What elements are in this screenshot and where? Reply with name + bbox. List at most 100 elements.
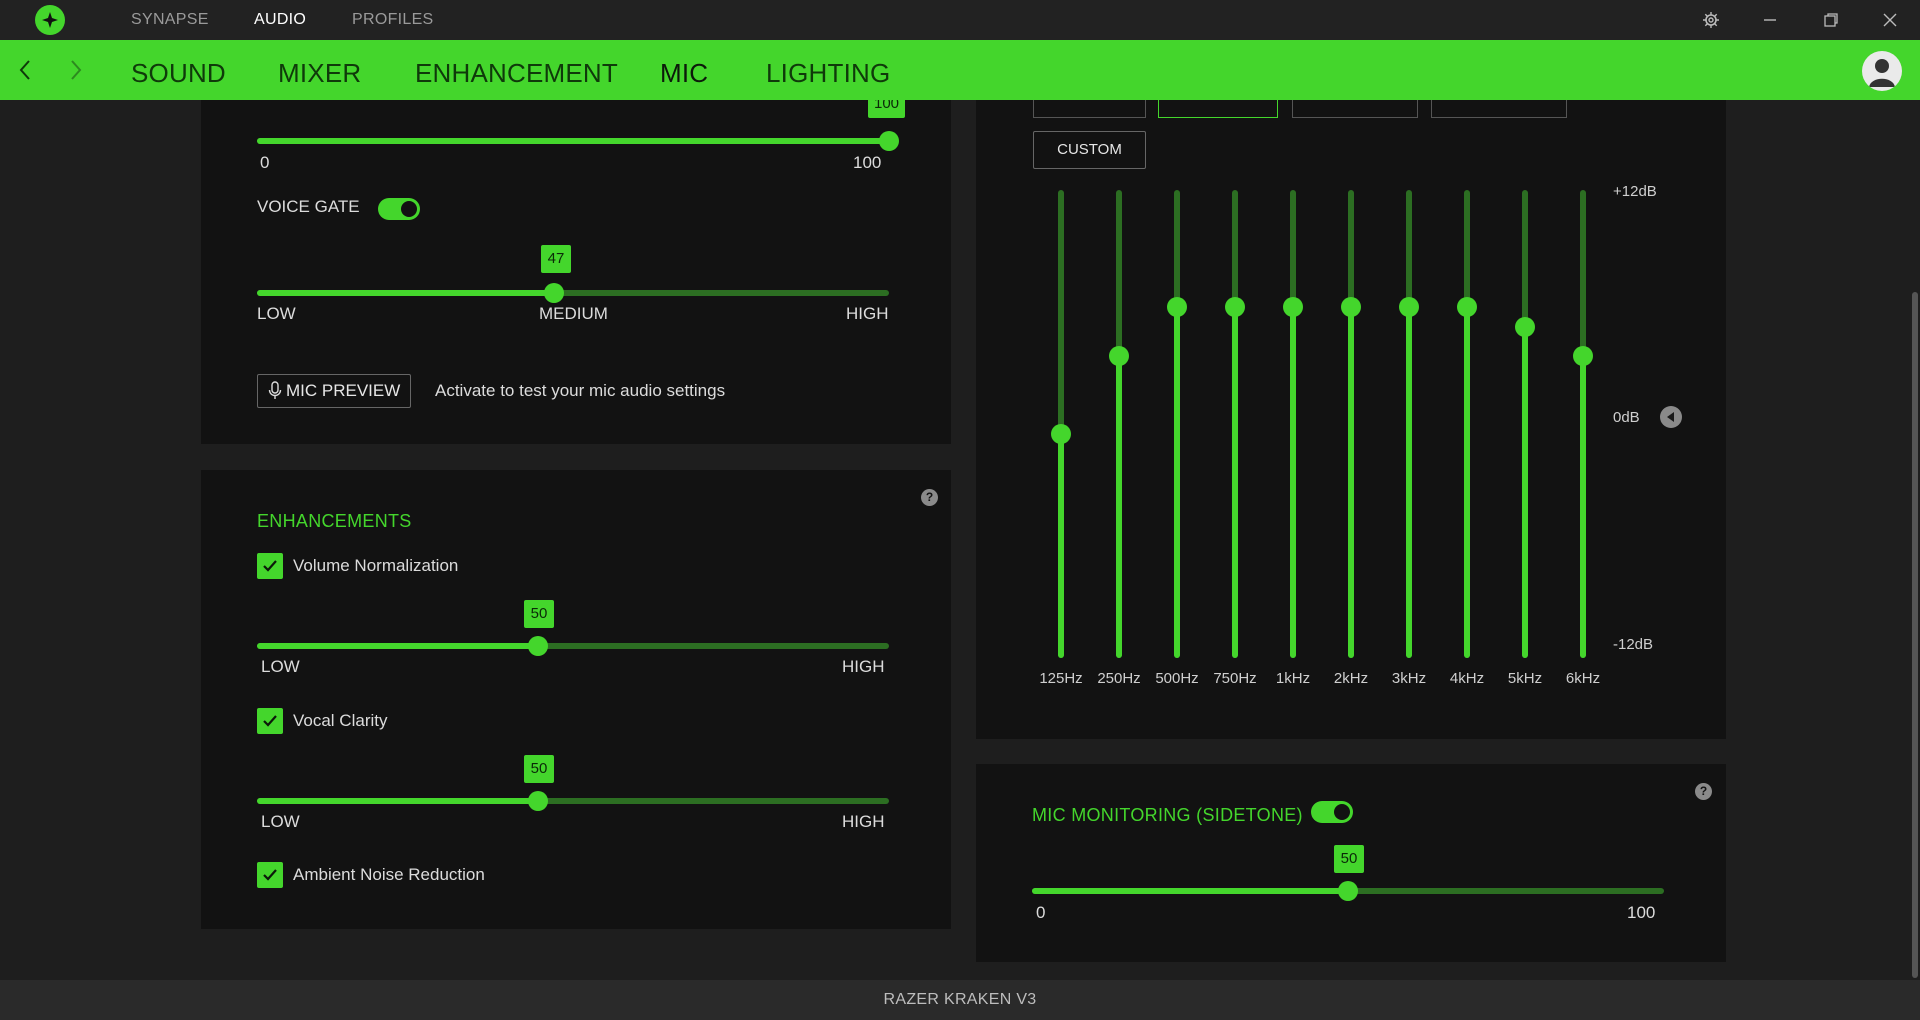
eq-preset-button-2[interactable] [1158, 100, 1278, 118]
volume-normalization-label: Volume Normalization [293, 556, 459, 575]
eq-preset-button-1[interactable] [1033, 100, 1146, 118]
eq-band-thumb[interactable] [1515, 316, 1535, 337]
tab-mixer[interactable]: MIXER [278, 40, 361, 100]
volume-normalization-high-label: HIGH [842, 657, 885, 676]
mic-monitoring-thumb[interactable] [1338, 881, 1358, 901]
vocal-clarity-fill [257, 798, 539, 804]
mic-volume-fill [257, 138, 889, 144]
eq-band-thumb[interactable] [1457, 297, 1477, 317]
back-arrow-icon[interactable] [14, 58, 38, 82]
vocal-clarity-thumb[interactable] [528, 791, 549, 811]
eq-band-slider[interactable] [1174, 190, 1180, 658]
vocal-clarity-low-label: LOW [261, 812, 300, 831]
mic-volume-max-label: 100 [853, 153, 882, 172]
mic-monitoring-slider[interactable] [1032, 881, 1664, 901]
main-content: 100 0 100 VOICE GATE 47 LOW MEDIUM HIGH … [0, 100, 1920, 980]
restore-icon[interactable] [1819, 8, 1843, 32]
eq-reset-icon[interactable] [1660, 406, 1682, 428]
eq-band-slider[interactable] [1116, 190, 1122, 658]
nav-synapse[interactable]: SYNAPSE [131, 0, 209, 40]
volume-normalization-low-label: LOW [261, 657, 300, 676]
mic-monitoring-toggle-knob [1334, 804, 1350, 820]
tab-bar: SOUND MIXER ENHANCEMENT MIC LIGHTING [0, 40, 1920, 100]
eq-band-fill [1116, 355, 1122, 658]
mic-volume-thumb[interactable] [879, 131, 899, 151]
mic-monitoring-help-icon[interactable]: ? [1695, 783, 1712, 800]
eq-band-thumb[interactable] [1283, 297, 1303, 317]
tab-lighting[interactable]: LIGHTING [766, 40, 890, 100]
razer-logo-icon[interactable] [35, 5, 65, 35]
eq-band-thumb[interactable] [1341, 297, 1361, 317]
eq-band-fill [1580, 355, 1586, 658]
eq-band-slider[interactable] [1348, 190, 1354, 658]
eq-band-fill [1232, 307, 1238, 658]
forward-arrow-icon[interactable] [63, 58, 87, 82]
mic-monitoring-toggle[interactable] [1311, 801, 1353, 823]
mic-volume-slider[interactable] [257, 131, 899, 151]
nav-profiles[interactable]: PROFILES [352, 0, 434, 40]
eq-band-slider[interactable] [1464, 190, 1470, 658]
eq-band-fill [1464, 307, 1470, 658]
checkmark-icon [263, 560, 277, 572]
voice-gate-label: VOICE GATE [257, 197, 360, 216]
tab-mic[interactable]: MIC [660, 40, 708, 100]
microphone-icon [268, 381, 282, 399]
minimize-icon[interactable] [1758, 8, 1782, 32]
eq-band-thumb[interactable] [1399, 297, 1419, 317]
mic-preview-hint: Activate to test your mic audio settings [435, 381, 726, 400]
vocal-clarity-value-badge: 50 [524, 755, 554, 783]
vocal-clarity-slider[interactable] [257, 791, 889, 811]
voice-gate-toggle[interactable] [378, 198, 420, 220]
eq-band-slider[interactable] [1522, 190, 1528, 658]
title-bar: SYNAPSE AUDIO PROFILES [0, 0, 1920, 40]
voice-gate-low-label: LOW [257, 304, 296, 323]
eq-band-slider[interactable] [1406, 190, 1412, 658]
volume-normalization-thumb[interactable] [528, 636, 549, 656]
volume-normalization-slider[interactable] [257, 636, 889, 656]
eq-band-thumb[interactable] [1051, 423, 1071, 444]
volume-normalization-checkbox[interactable] [257, 553, 283, 579]
mic-monitoring-min-label: 0 [1036, 903, 1046, 922]
settings-gear-icon[interactable] [1699, 8, 1723, 32]
eq-preset-button-4[interactable] [1431, 100, 1567, 118]
mic-monitoring-title: MIC MONITORING (SIDETONE) [1032, 805, 1303, 825]
vocal-clarity-label: Vocal Clarity [293, 711, 388, 730]
eq-db-mid-label: 0dB [1613, 409, 1640, 426]
eq-band-slider[interactable] [1232, 190, 1238, 658]
ambient-noise-reduction-label: Ambient Noise Reduction [293, 865, 485, 884]
eq-band-thumb[interactable] [1109, 345, 1129, 366]
tab-sound[interactable]: SOUND [131, 40, 226, 100]
eq-band-fill [1174, 307, 1180, 658]
enhancements-help-icon[interactable]: ? [921, 489, 938, 506]
volume-normalization-fill [257, 643, 539, 649]
nav-audio[interactable]: AUDIO [254, 0, 306, 40]
mic-monitoring-panel: ? MIC MONITORING (SIDETONE) 50 0 100 [976, 764, 1726, 962]
eq-band-fill [1348, 307, 1354, 658]
ambient-noise-reduction-checkbox[interactable] [257, 862, 283, 888]
voice-gate-thumb[interactable] [544, 283, 565, 303]
tab-enhancement[interactable]: ENHANCEMENT [415, 40, 618, 100]
mic-preview-button[interactable]: MIC PREVIEW [257, 374, 411, 408]
eq-band-fill [1406, 307, 1412, 658]
mic-monitoring-max-label: 100 [1627, 903, 1656, 922]
eq-band-thumb[interactable] [1167, 297, 1187, 317]
vocal-clarity-high-label: HIGH [842, 812, 885, 831]
eq-custom-preset-button[interactable]: CUSTOM [1033, 131, 1146, 169]
eq-band-slider[interactable] [1290, 190, 1296, 658]
device-footer: RAZER KRAKEN V3 [0, 980, 1920, 1020]
eq-band-fill [1290, 307, 1296, 658]
eq-band-thumb[interactable] [1225, 297, 1245, 317]
voice-gate-slider[interactable] [257, 283, 889, 303]
eq-band-slider[interactable] [1580, 190, 1586, 658]
close-icon[interactable] [1878, 8, 1902, 32]
mic-settings-panel: 100 0 100 VOICE GATE 47 LOW MEDIUM HIGH … [201, 100, 951, 444]
checkmark-icon [263, 869, 277, 881]
eq-band-fill [1058, 433, 1064, 658]
enhancements-title: ENHANCEMENTS [257, 511, 412, 531]
eq-db-min-label: -12dB [1613, 636, 1654, 653]
eq-preset-button-3[interactable] [1292, 100, 1418, 118]
eq-band-thumb[interactable] [1573, 345, 1593, 366]
scrollbar[interactable] [1912, 292, 1918, 978]
vocal-clarity-checkbox[interactable] [257, 708, 283, 734]
user-avatar-icon[interactable] [1862, 51, 1902, 91]
